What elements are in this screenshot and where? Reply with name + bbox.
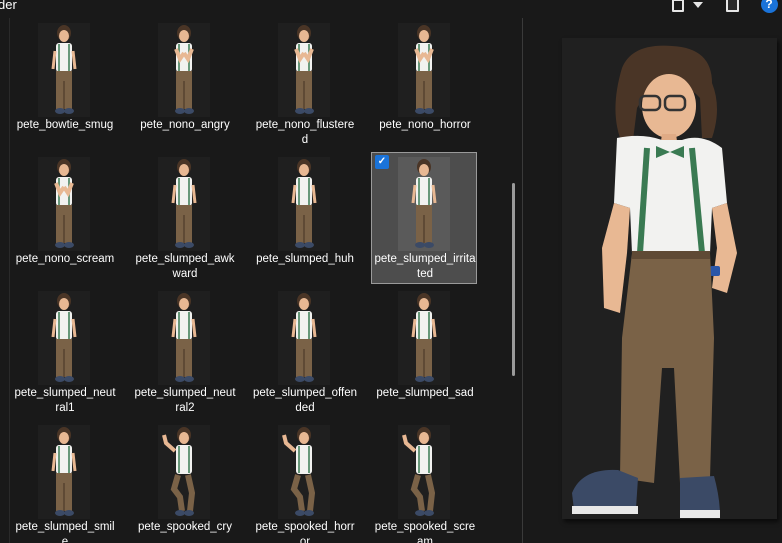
file-name: pete_bowtie_smug bbox=[16, 119, 114, 131]
file-thumbnail bbox=[398, 157, 450, 251]
view-options-dropdown[interactable] bbox=[691, 0, 705, 13]
navigation-pane[interactable] bbox=[0, 18, 10, 543]
preview-image bbox=[562, 38, 777, 519]
file-thumbnail bbox=[158, 291, 210, 385]
view-button[interactable] bbox=[670, 0, 686, 13]
file-name: pete_nono_horror bbox=[379, 119, 471, 131]
file-item[interactable]: pete_slumped_awkward bbox=[131, 152, 237, 284]
file-name: pete_nono_scream bbox=[15, 253, 115, 265]
window-title: der bbox=[0, 0, 17, 12]
file-thumbnail bbox=[158, 157, 210, 251]
file-name: pete_slumped_offended bbox=[253, 387, 358, 414]
file-name: pete_slumped_neutral1 bbox=[14, 387, 116, 414]
file-item[interactable]: pete_spooked_scream bbox=[371, 420, 477, 543]
file-item[interactable]: pete_slumped_offended bbox=[251, 286, 357, 418]
file-name: pete_spooked_scream bbox=[374, 521, 476, 543]
file-item[interactable]: pete_spooked_horror bbox=[251, 420, 357, 543]
file-thumbnail bbox=[278, 157, 330, 251]
file-thumbnail bbox=[278, 23, 330, 117]
file-item[interactable]: pete_slumped_neutral2 bbox=[131, 286, 237, 418]
file-thumbnail bbox=[278, 425, 330, 519]
preview-pane bbox=[523, 18, 782, 543]
file-item[interactable]: pete_slumped_smile bbox=[11, 420, 117, 543]
file-thumbnail bbox=[38, 425, 90, 519]
file-name: pete_slumped_smile bbox=[15, 521, 115, 543]
file-thumbnail bbox=[38, 23, 90, 117]
file-thumbnail bbox=[38, 157, 90, 251]
file-thumbnail bbox=[398, 291, 450, 385]
file-item[interactable]: pete_nono_horror bbox=[371, 18, 477, 150]
file-item[interactable]: pete_slumped_sad bbox=[371, 286, 477, 418]
file-thumbnail bbox=[38, 291, 90, 385]
title-bar: der ? bbox=[0, 0, 782, 18]
vertical-scrollbar[interactable] bbox=[512, 183, 515, 376]
file-item[interactable]: ✓ pete_slumped_irritated bbox=[371, 152, 477, 284]
file-name: pete_slumped_sad bbox=[376, 387, 474, 399]
file-name: pete_spooked_horror bbox=[255, 521, 355, 543]
view-icon bbox=[672, 0, 684, 12]
file-item[interactable]: pete_nono_flustered bbox=[251, 18, 357, 150]
file-thumbnail bbox=[278, 291, 330, 385]
file-name: pete_nono_angry bbox=[140, 119, 230, 131]
file-item[interactable]: pete_slumped_neutral1 bbox=[11, 286, 117, 418]
file-thumbnail bbox=[398, 23, 450, 117]
chevron-down-icon bbox=[693, 2, 703, 8]
file-item[interactable]: pete_spooked_cry bbox=[131, 420, 237, 543]
file-name: pete_nono_flustered bbox=[255, 119, 355, 146]
character-preview-image bbox=[572, 45, 737, 518]
preview-pane-icon bbox=[725, 0, 739, 12]
file-name: pete_spooked_cry bbox=[138, 521, 232, 533]
file-item[interactable]: pete_bowtie_smug bbox=[11, 18, 117, 150]
file-thumbnail bbox=[158, 425, 210, 519]
file-item[interactable]: pete_nono_scream bbox=[11, 152, 117, 284]
file-list: pete_bowtie_smug pete_nono_angry pete_nono… bbox=[11, 18, 522, 543]
file-item[interactable]: pete_slumped_huh bbox=[251, 152, 357, 284]
checkbox-checked-icon[interactable]: ✓ bbox=[375, 155, 389, 169]
file-thumbnail bbox=[158, 23, 210, 117]
file-name: pete_slumped_irritated bbox=[374, 253, 476, 280]
file-name: pete_slumped_neutral2 bbox=[134, 387, 236, 414]
help-icon: ? bbox=[760, 0, 778, 13]
preview-pane-button[interactable] bbox=[724, 0, 740, 13]
file-name: pete_slumped_huh bbox=[256, 253, 354, 265]
file-name: pete_slumped_awkward bbox=[135, 253, 235, 280]
file-thumbnail bbox=[398, 425, 450, 519]
file-item[interactable]: pete_nono_angry bbox=[131, 18, 237, 150]
help-button[interactable]: ? bbox=[760, 0, 778, 13]
